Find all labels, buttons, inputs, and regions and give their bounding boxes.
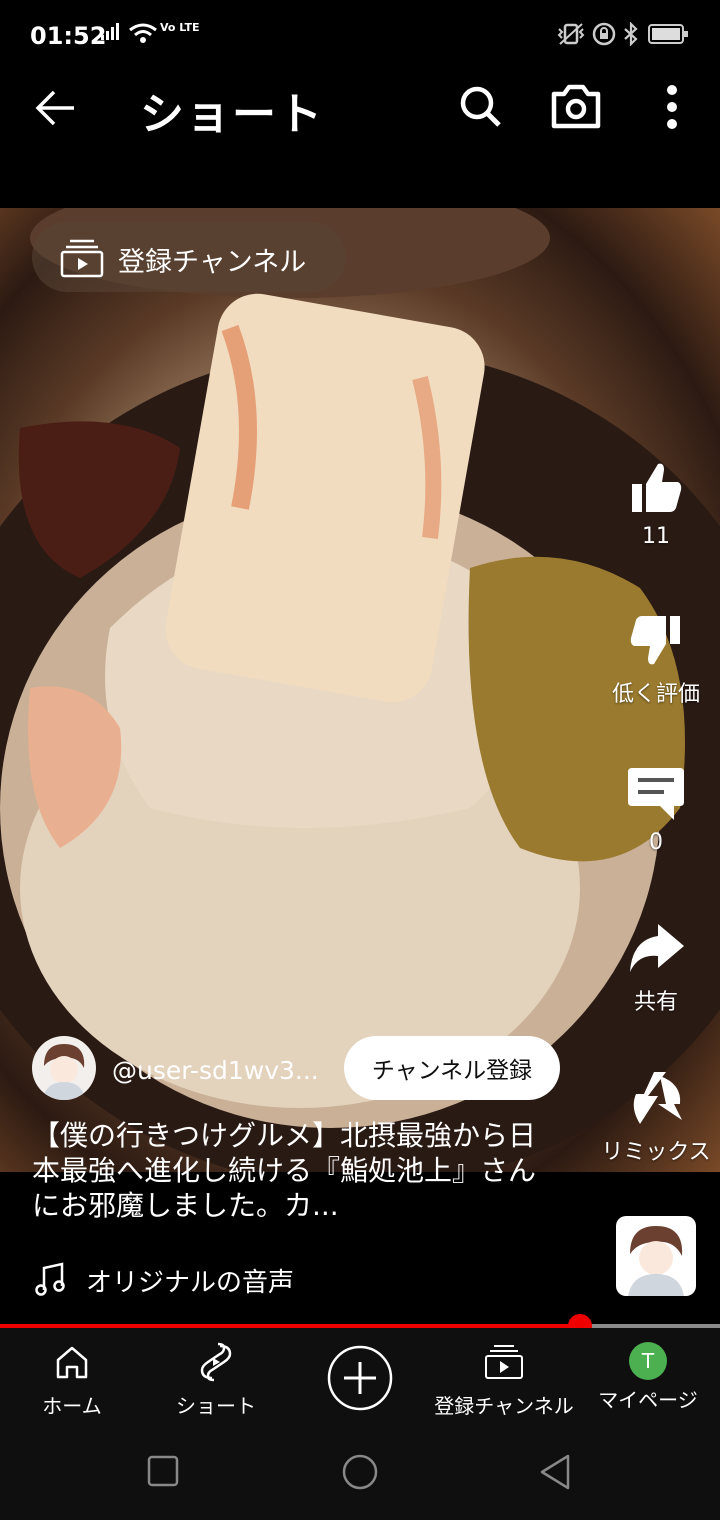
channel-avatar[interactable] [32, 1036, 96, 1100]
channel-name[interactable]: @user-sd1wv3... [112, 1056, 319, 1085]
status-bar: 01:52 Vo LTE [0, 0, 720, 72]
comment-count: 0 [649, 830, 663, 855]
status-time: 01:52 [30, 22, 107, 50]
music-note-icon [35, 1262, 65, 1296]
thumbs-up-icon [632, 463, 682, 512]
search-icon [460, 86, 501, 127]
vibrate-icon [556, 22, 586, 50]
page-title: ショート [140, 89, 324, 140]
short-video-player[interactable]: 登録チャンネル 11 低く評価 0 共有 リミックス @user-sd1wv3.… [0, 208, 720, 1172]
audio-remix-thumbnail[interactable] [616, 1216, 696, 1296]
person-avatar-icon [42, 1044, 86, 1100]
lock-rotation-icon [592, 22, 616, 50]
like-count: 11 [642, 524, 670, 549]
video-title[interactable]: 【僕の行きつけグルメ】北摂最強から日本最強へ進化し続ける『鮨処池上』さんにお邪魔… [32, 1118, 552, 1223]
remix-label: リミックス [601, 1140, 711, 1165]
subscriptions-icon [60, 239, 104, 278]
like-button[interactable]: 11 [596, 458, 716, 549]
more-vert-icon [667, 85, 677, 129]
nav-subscriptions[interactable]: 登録チャンネル [432, 1342, 576, 1419]
subscriptions-icon [485, 1345, 523, 1379]
nav-you-label: マイページ [598, 1388, 698, 1412]
audio-label: オリジナルの音声 [86, 1268, 295, 1298]
back-button[interactable] [28, 80, 88, 136]
back-triangle-icon[interactable] [536, 1452, 576, 1492]
home-icon [56, 1346, 88, 1379]
subscribe-button[interactable]: チャンネル登録 [344, 1036, 560, 1100]
share-button[interactable]: 共有 [596, 918, 716, 1016]
wifi-icon [128, 22, 158, 48]
comment-icon [628, 768, 684, 820]
signal-icon [100, 22, 124, 46]
arrow-left-icon [35, 90, 74, 126]
create-button[interactable] [326, 1344, 394, 1416]
recents-icon[interactable] [146, 1454, 182, 1490]
nav-shorts[interactable]: ショート [166, 1342, 266, 1419]
add-circle-icon [327, 1345, 393, 1411]
audio-source-link[interactable]: オリジナルの音声 [34, 1258, 534, 1302]
nav-you[interactable]: T マイページ [596, 1342, 700, 1413]
share-icon [630, 924, 684, 972]
system-navigation-bar [0, 1428, 720, 1520]
bottom-navigation: ホーム ショート 登録チャンネル T マイページ [0, 1328, 720, 1428]
thumbs-down-icon [630, 616, 680, 665]
account-avatar: T [629, 1342, 667, 1380]
dislike-label: 低く評価 [611, 682, 700, 707]
comments-button[interactable]: 0 [596, 764, 716, 855]
nav-home[interactable]: ホーム [32, 1342, 112, 1419]
nav-shorts-label: ショート [176, 1394, 256, 1418]
nav-subscriptions-label: 登録チャンネル [434, 1394, 574, 1418]
remix-button[interactable]: リミックス [596, 1068, 716, 1166]
share-label: 共有 [633, 990, 678, 1015]
home-circle-icon[interactable] [340, 1452, 380, 1492]
shorts-icon [200, 1342, 232, 1382]
more-options-button[interactable] [650, 78, 694, 134]
subscriptions-chip-label: 登録チャンネル [118, 247, 307, 278]
camera-button[interactable] [548, 78, 604, 134]
remix-icon [633, 1072, 682, 1124]
search-button[interactable] [452, 78, 508, 134]
bluetooth-icon [622, 21, 640, 50]
subscriptions-chip[interactable]: 登録チャンネル [32, 222, 346, 292]
person-avatar-icon [628, 1226, 684, 1296]
top-app-bar: ショート [0, 72, 720, 208]
volte-label: Vo LTE [160, 21, 200, 34]
nav-home-label: ホーム [42, 1394, 102, 1418]
battery-icon [648, 22, 690, 50]
camera-icon [551, 84, 601, 129]
dislike-button[interactable]: 低く評価 [596, 610, 716, 708]
